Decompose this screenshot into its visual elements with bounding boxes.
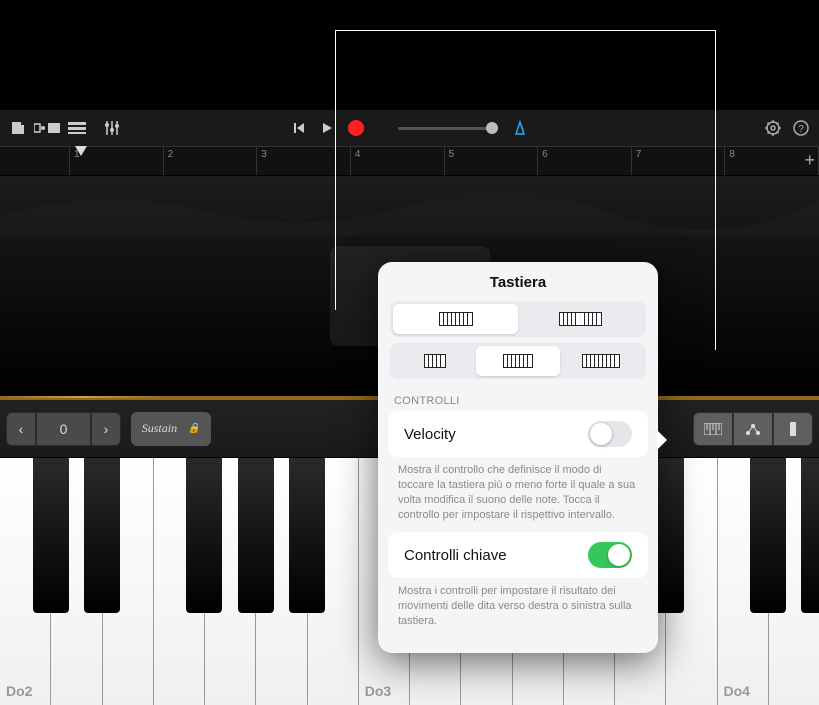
- add-track-button[interactable]: +: [804, 150, 815, 171]
- key-label: Do3: [365, 683, 391, 699]
- keyboard-size-segmented: [390, 343, 646, 379]
- metronome-icon[interactable]: [512, 120, 528, 136]
- black-key[interactable]: [186, 458, 222, 613]
- octave-value: 0: [36, 412, 91, 446]
- black-key[interactable]: [289, 458, 325, 613]
- scale-button[interactable]: [733, 412, 773, 446]
- play-icon[interactable]: [320, 121, 334, 135]
- browser-icon[interactable]: [34, 121, 60, 135]
- record-button[interactable]: [348, 120, 364, 136]
- waveform: [0, 176, 819, 236]
- black-key[interactable]: [84, 458, 120, 613]
- timeline-ruler[interactable]: 1 2 3 4 5 6 7 8: [0, 146, 819, 176]
- help-icon[interactable]: ?: [793, 120, 809, 136]
- keyboard-settings-popup: Tastiera CONTROLLI Velocity Mostra il: [378, 262, 658, 653]
- ruler-mark: 6: [542, 149, 548, 160]
- key-controls-description: Mostra i controlli per impostare il risu…: [378, 578, 658, 639]
- single-keyboard-option[interactable]: [393, 304, 518, 334]
- octave-down-button[interactable]: ‹: [6, 412, 36, 446]
- top-toolbar: ?: [0, 110, 819, 146]
- key-controls-toggle[interactable]: [588, 542, 632, 568]
- sustain-button[interactable]: Sustain 🔒: [131, 412, 211, 446]
- keyboard-layout-button[interactable]: [693, 412, 733, 446]
- settings-icon[interactable]: [765, 120, 781, 136]
- octave-up-button[interactable]: ›: [91, 412, 121, 446]
- ruler-mark: 3: [261, 149, 267, 160]
- lock-icon: 🔒: [188, 423, 200, 434]
- svg-text:?: ?: [798, 124, 804, 135]
- black-key[interactable]: [33, 458, 69, 613]
- popup-tail: [657, 430, 667, 450]
- keyboard-rows-segmented: [390, 301, 646, 337]
- velocity-description: Mostra il controllo che definisce il mod…: [378, 457, 658, 532]
- key-controls-row: Controlli chiave: [388, 532, 648, 578]
- mixer-icon[interactable]: [104, 120, 120, 136]
- keyboard-size-medium[interactable]: [476, 346, 559, 376]
- velocity-toggle[interactable]: [588, 421, 632, 447]
- key-label: Do4: [724, 683, 750, 699]
- ruler-mark: 2: [168, 149, 174, 160]
- ruler-mark: 8: [729, 149, 735, 160]
- annotation-line: [715, 30, 716, 350]
- key-label: Do2: [6, 683, 32, 699]
- ruler-mark: 7: [636, 149, 642, 160]
- keyboard-size-large[interactable]: [560, 346, 643, 376]
- velocity-row: Velocity: [388, 411, 648, 457]
- octave-group: ‹ 0 ›: [6, 412, 121, 446]
- ruler-mark: 4: [355, 149, 361, 160]
- key-controls-label: Controlli chiave: [404, 547, 507, 564]
- black-key[interactable]: [750, 458, 786, 613]
- arpeggiator-button[interactable]: [773, 412, 813, 446]
- annotation-line: [335, 30, 336, 310]
- ruler-mark: 5: [449, 149, 455, 160]
- velocity-label: Velocity: [404, 426, 456, 443]
- sustain-label: Sustain: [142, 421, 177, 436]
- black-key[interactable]: [801, 458, 819, 613]
- black-key[interactable]: [238, 458, 274, 613]
- go-to-beginning-icon[interactable]: [292, 121, 306, 135]
- volume-slider[interactable]: [398, 127, 498, 130]
- section-label: CONTROLLI: [378, 385, 658, 411]
- annotation-line: [335, 30, 715, 31]
- tracks-icon[interactable]: [68, 121, 86, 135]
- playhead[interactable]: [75, 146, 87, 156]
- my-songs-icon[interactable]: [10, 120, 26, 136]
- double-keyboard-option[interactable]: [518, 304, 643, 334]
- popup-title: Tastiera: [378, 274, 658, 291]
- keyboard-size-small[interactable]: [393, 346, 476, 376]
